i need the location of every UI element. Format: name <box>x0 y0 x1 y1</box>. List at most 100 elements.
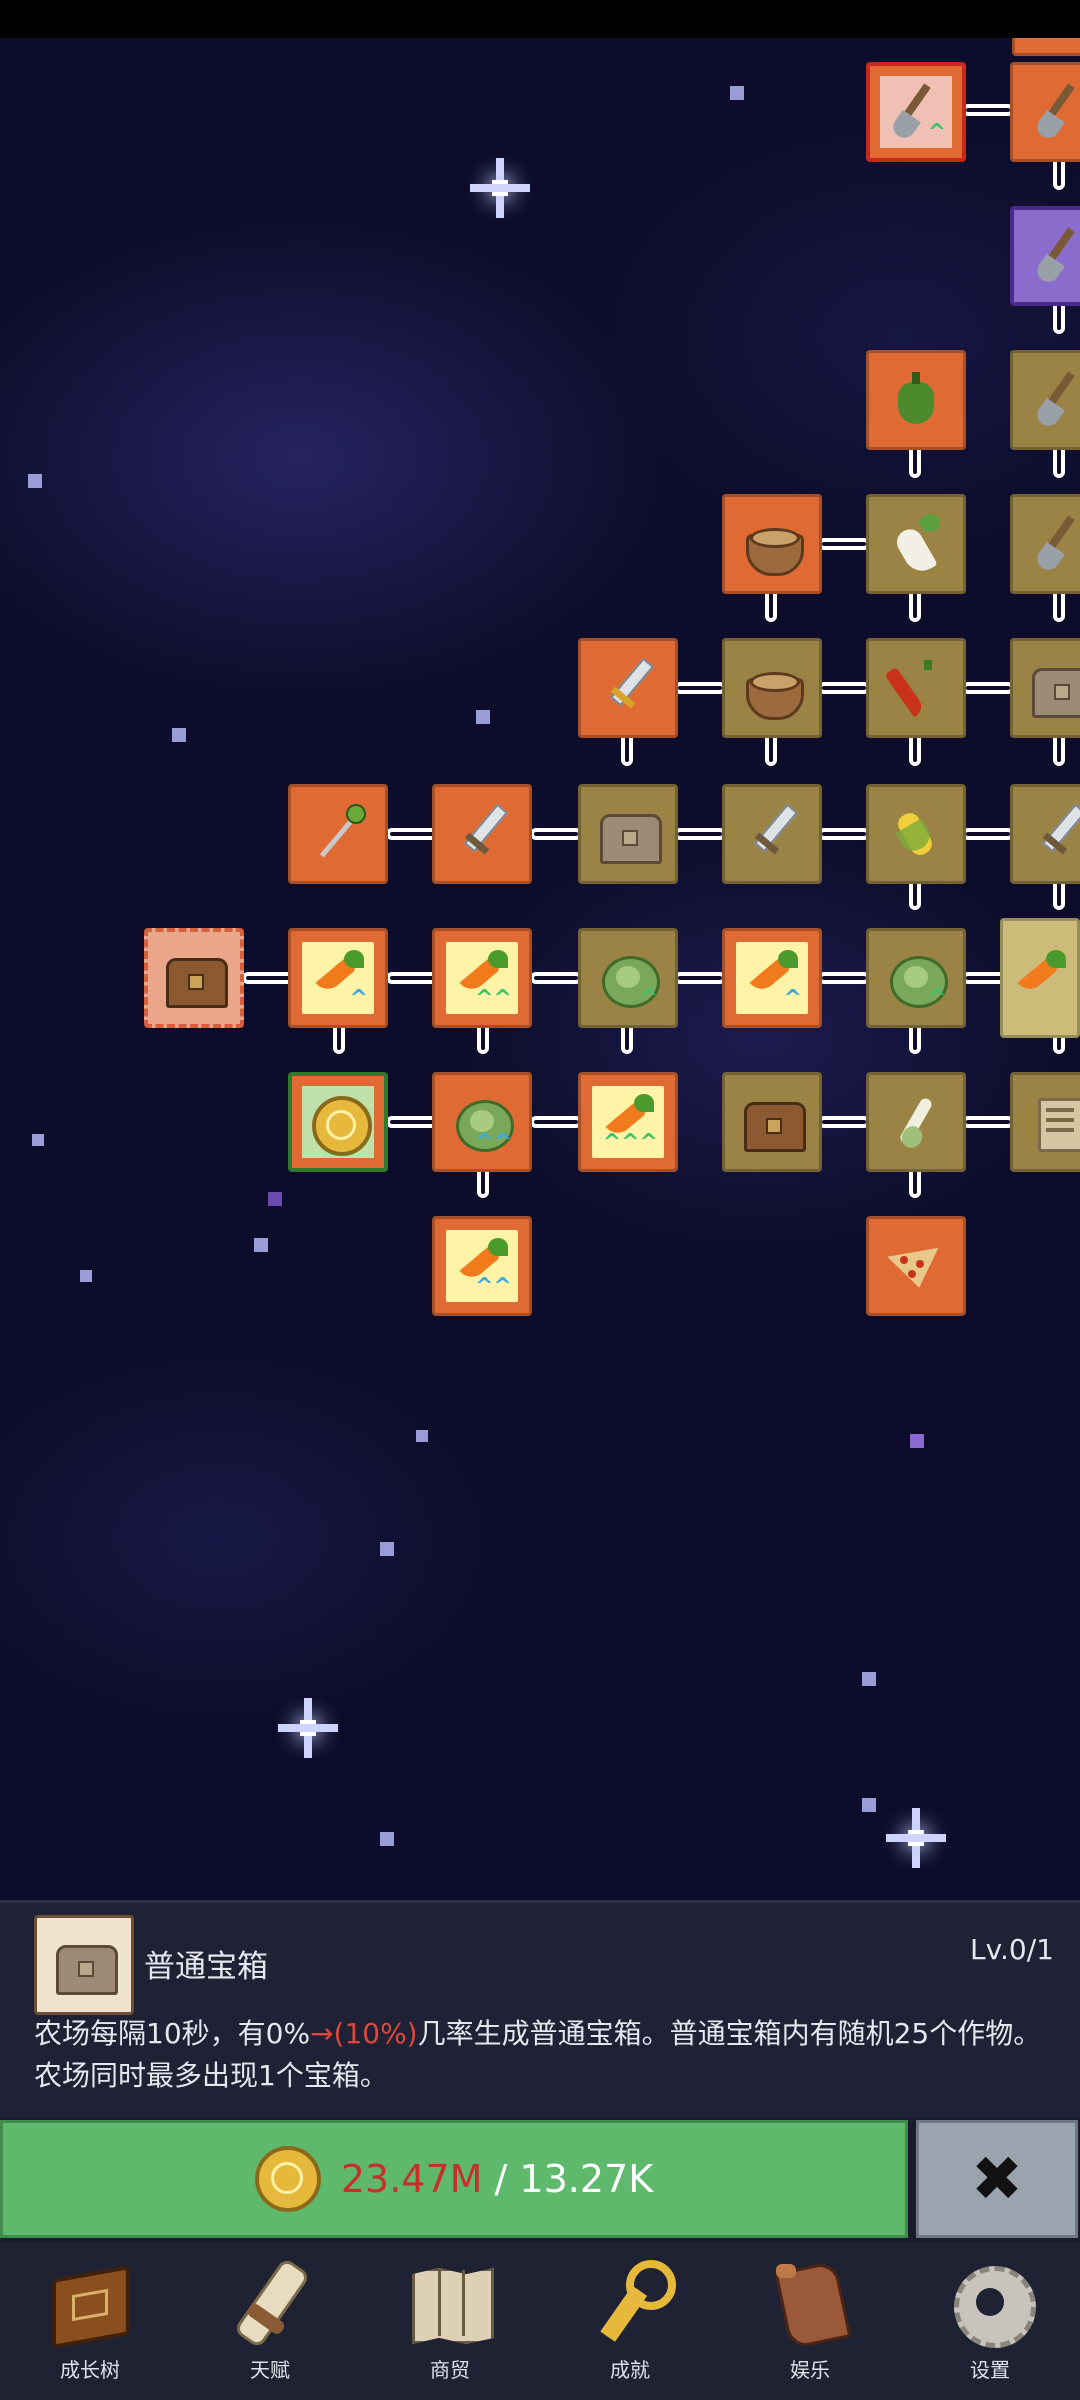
skill-node-cabbage-2[interactable]: ^ <box>866 928 966 1028</box>
skill-node-shovel-2[interactable] <box>1010 62 1080 162</box>
price-current: 23.47M <box>340 2157 483 2201</box>
skill-node-bowl-2[interactable] <box>722 638 822 738</box>
skill-node-carrot-3[interactable]: ^ <box>722 928 822 1028</box>
nav-label: 成长树 <box>60 2358 120 2382</box>
skill-node-golden-sword[interactable] <box>578 638 678 738</box>
chest-icon <box>740 1090 806 1154</box>
skill-node-pepper[interactable] <box>866 350 966 450</box>
shovel-icon <box>1028 512 1080 576</box>
status-bar <box>0 0 1080 38</box>
star <box>476 710 490 724</box>
map-icon <box>402 2254 498 2350</box>
tree-connector <box>674 828 726 840</box>
chest-icon <box>1028 656 1080 720</box>
tree-connector <box>386 972 438 984</box>
skill-node-carrot-4[interactable] <box>1000 918 1080 1038</box>
skill-node-cabbage-3[interactable]: ^^ <box>432 1072 532 1172</box>
desc-text: 农场每隔10秒，有0% <box>34 2017 311 2050</box>
skill-node-shovel-3[interactable] <box>1010 350 1080 450</box>
skill-node-shovel-purple[interactable] <box>1010 206 1080 306</box>
nav-item-achievements[interactable]: 成就 <box>540 2242 720 2400</box>
sword-icon <box>740 802 804 866</box>
scroll-icon <box>222 2254 318 2350</box>
star <box>268 1192 282 1206</box>
skill-node-chest-wood[interactable] <box>722 1072 822 1172</box>
nav-item-settings[interactable]: 设置 <box>900 2242 1080 2400</box>
star <box>80 1270 92 1282</box>
skill-node-cabbage-1[interactable]: ^ <box>578 928 678 1028</box>
bowl-icon <box>740 656 804 720</box>
tree-connector <box>818 682 870 694</box>
skill-node[interactable] <box>1012 38 1080 56</box>
skill-node-carrot-6[interactable]: ^^ <box>432 1216 532 1316</box>
skill-node-spring-onion[interactable] <box>866 1072 966 1172</box>
coin-icon <box>254 2146 321 2212</box>
upgrade-button[interactable]: 23.47M / 13.27K <box>0 2120 908 2238</box>
sparkle-star <box>470 158 530 218</box>
skill-node-chest-edge[interactable] <box>1010 638 1080 738</box>
skill-node-carrot-2[interactable]: ^^ <box>432 928 532 1028</box>
price-cost: 13.27K <box>519 2157 654 2201</box>
skill-node-shovel-4[interactable] <box>1010 494 1080 594</box>
skill-node-map-edge[interactable] <box>1010 1072 1080 1172</box>
upgrade-price: 23.47M / 13.27K <box>341 2157 653 2201</box>
nav-label: 商贸 <box>430 2358 470 2382</box>
bottom-nav: 成长树 天赋 商贸 成就 娱乐 设置 <box>0 2242 1080 2400</box>
skill-node-coin[interactable] <box>288 1072 388 1172</box>
action-bar: 23.47M / 13.27K ✖ <box>0 2118 1080 2242</box>
skill-tree-canvas[interactable]: ^ ^ ^^ ^ ^ ^ ^^ ^^^ ^^ <box>0 38 1080 1900</box>
skill-node-staff[interactable] <box>288 784 388 884</box>
desc-upgrade-value: →(10%) <box>310 2017 418 2050</box>
sparkle-star <box>278 1698 348 1768</box>
skill-node-radish[interactable] <box>866 494 966 594</box>
skill-node-pizza[interactable] <box>866 1216 966 1316</box>
tree-connector <box>242 972 294 984</box>
nav-item-trade[interactable]: 商贸 <box>360 2242 540 2400</box>
skill-node-carrot-1[interactable]: ^ <box>288 928 388 1028</box>
sword-icon <box>1028 802 1080 866</box>
tree-connector <box>818 828 870 840</box>
shovel-icon <box>1028 368 1080 432</box>
corn-icon <box>884 802 948 866</box>
chili-icon <box>884 656 948 720</box>
star <box>730 86 744 100</box>
skill-info-level: Lv.0/1 <box>970 1933 1054 1966</box>
nav-item-talent[interactable]: 天赋 <box>180 2242 360 2400</box>
skill-node-bowl-1[interactable] <box>722 494 822 594</box>
key-icon <box>582 2254 678 2350</box>
chest-icon <box>52 1933 118 1997</box>
nav-item-growth-tree[interactable]: 成长树 <box>0 2242 180 2400</box>
skill-node-sword-2[interactable] <box>722 784 822 884</box>
shovel-icon <box>1028 224 1080 288</box>
skill-node-sword-1[interactable] <box>432 784 532 884</box>
nav-label: 成就 <box>610 2358 650 2382</box>
nav-item-entertainment[interactable]: 娱乐 <box>720 2242 900 2400</box>
pizza-icon <box>884 1234 948 1298</box>
tree-connector <box>962 104 1014 116</box>
star <box>28 474 42 488</box>
skill-node-shovel-1[interactable]: ^ <box>866 62 966 162</box>
nav-label: 天赋 <box>250 2358 290 2382</box>
skill-node-chest-stone[interactable] <box>578 784 678 884</box>
skill-node-chest-selected[interactable] <box>144 928 244 1028</box>
star <box>254 1238 268 1252</box>
gear-icon <box>942 2254 1038 2350</box>
skill-node-sword-3[interactable] <box>1010 784 1080 884</box>
skill-node-carrot-5[interactable]: ^^^ <box>578 1072 678 1172</box>
close-button[interactable]: ✖ <box>916 2120 1078 2238</box>
skill-node-corn[interactable] <box>866 784 966 884</box>
skill-node-chili[interactable] <box>866 638 966 738</box>
tree-connector <box>674 682 726 694</box>
star <box>380 1832 394 1846</box>
sword-icon <box>596 656 660 720</box>
flag-icon <box>762 2254 858 2350</box>
tree-connector <box>818 1116 870 1128</box>
coin-icon <box>306 1090 372 1156</box>
sparkle-star <box>886 1808 946 1868</box>
close-x-icon: ✖ <box>971 2142 1023 2215</box>
tree-connector <box>386 828 438 840</box>
tree-connector <box>530 972 582 984</box>
star <box>416 1430 428 1442</box>
tree-connector <box>962 828 1014 840</box>
tree-connector <box>962 1116 1014 1128</box>
